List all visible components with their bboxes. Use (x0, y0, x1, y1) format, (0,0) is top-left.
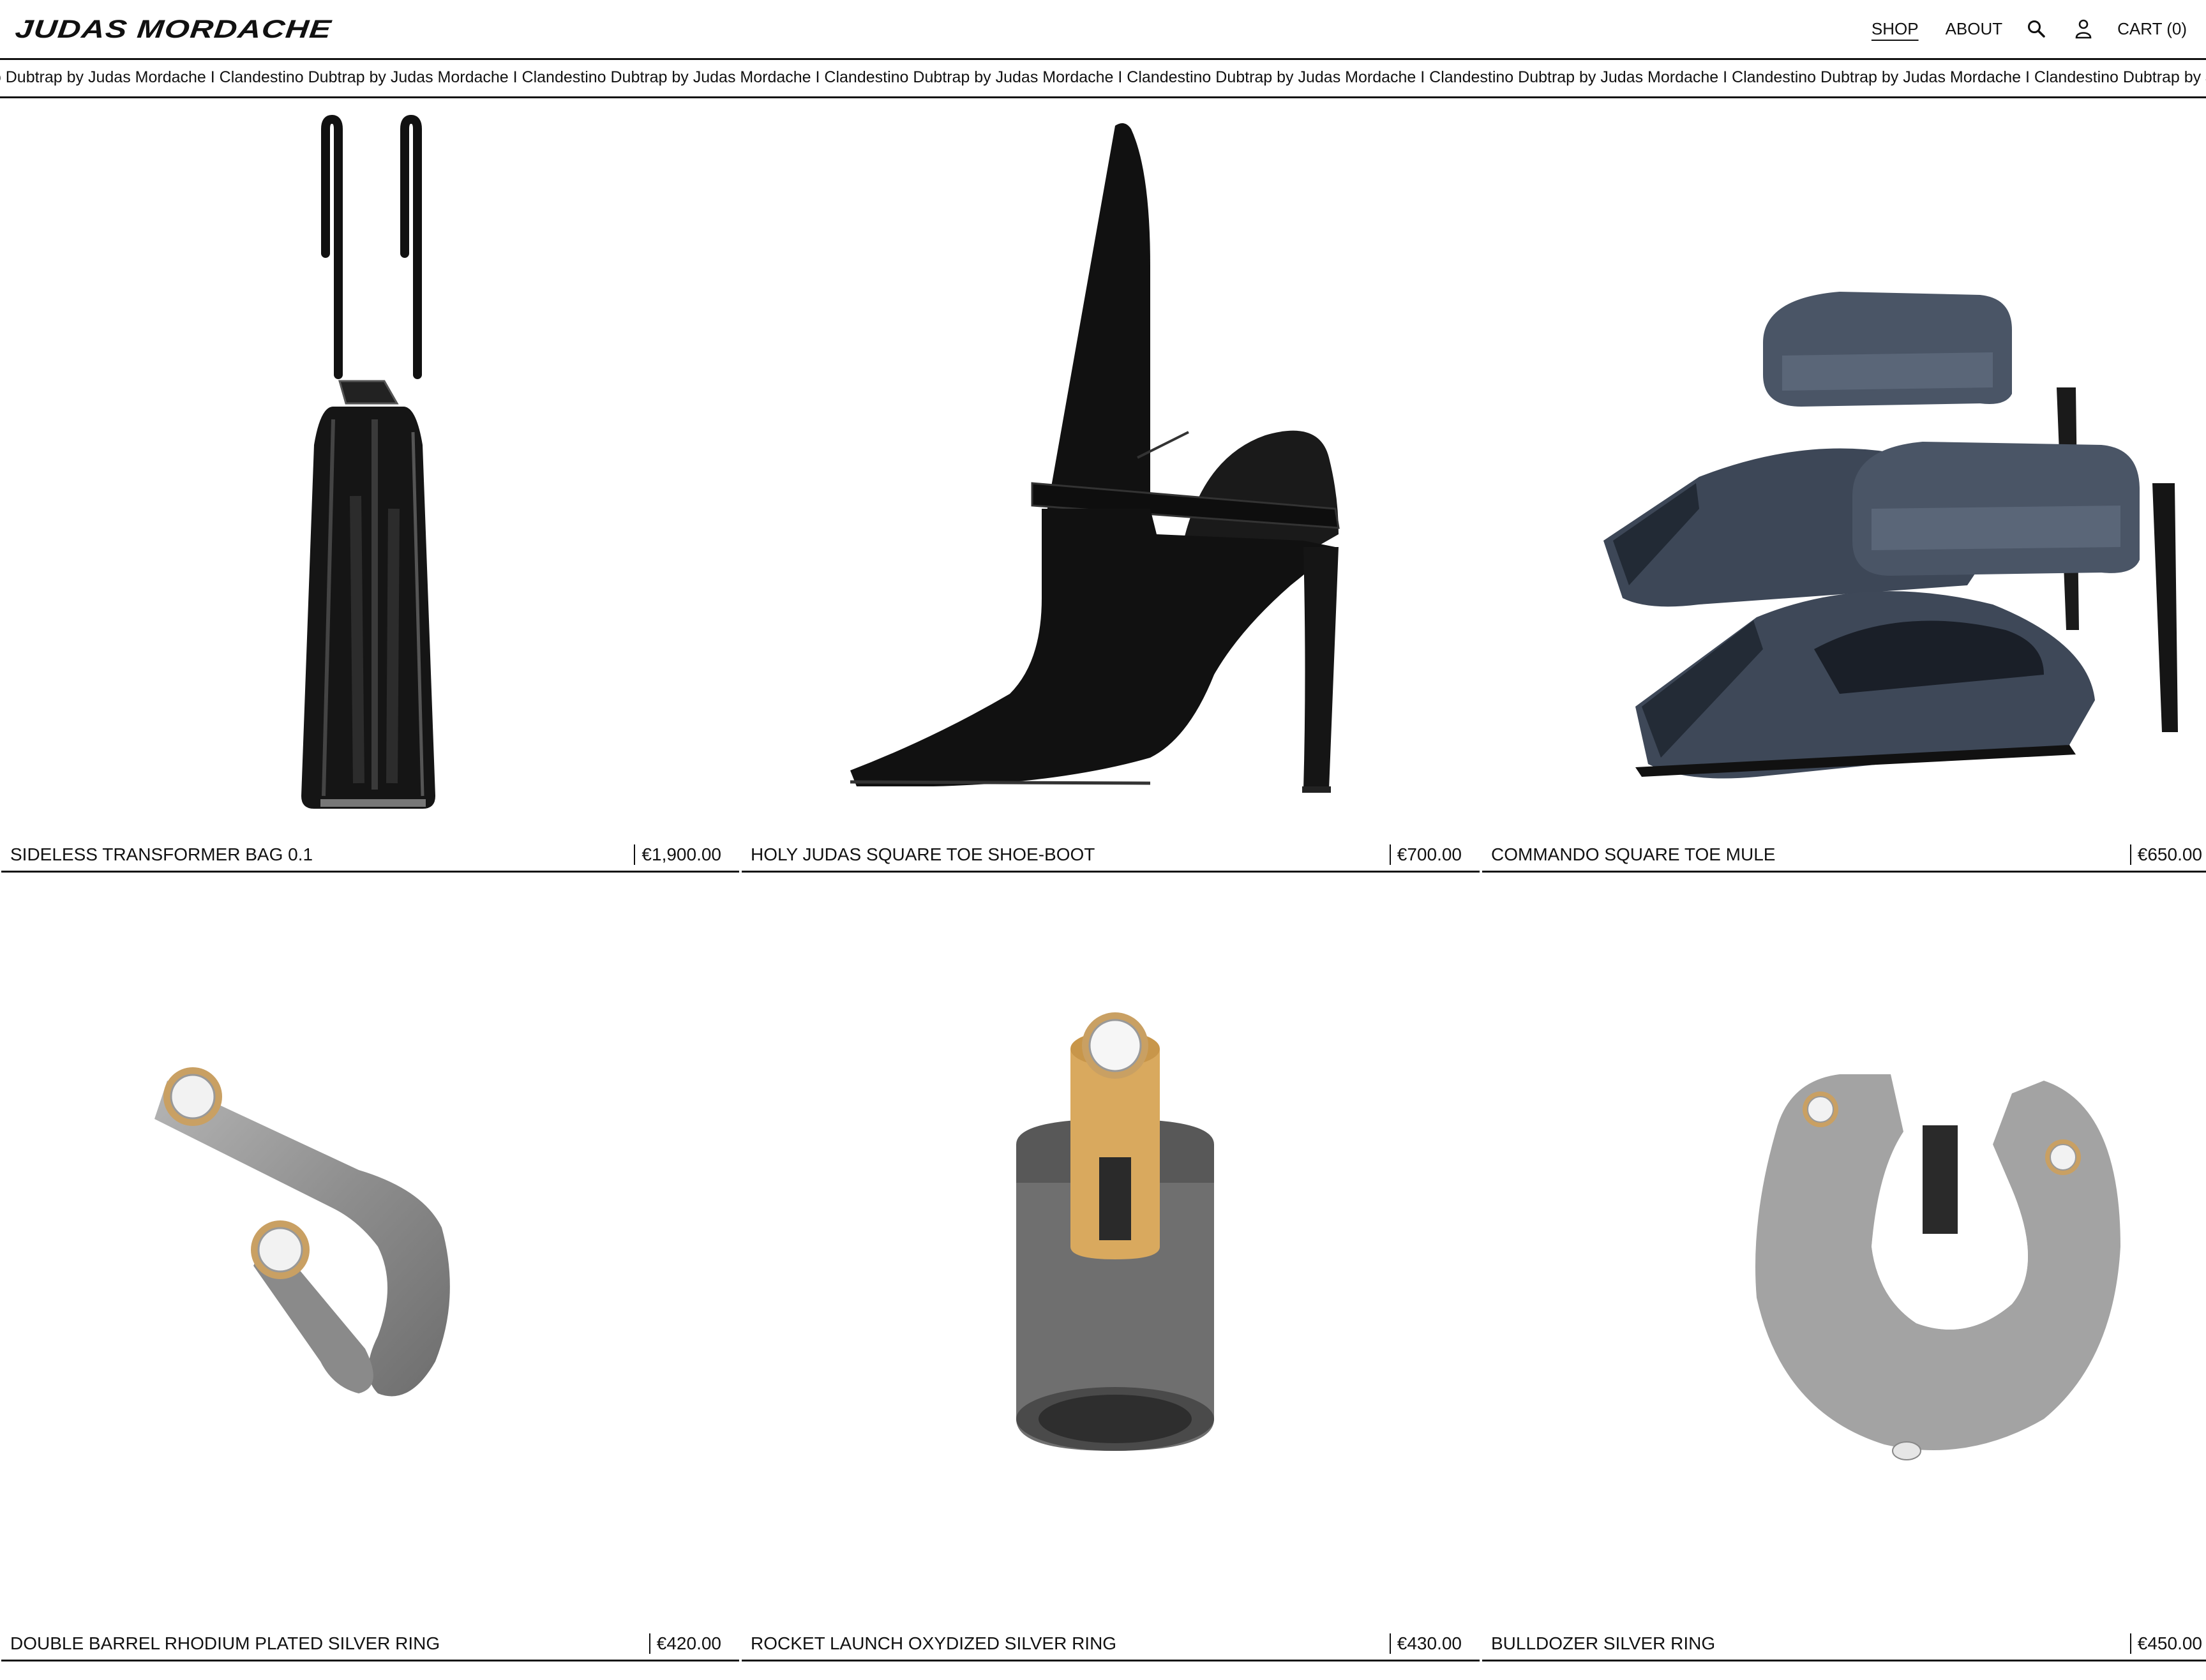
product-name[interactable]: SIDELESS TRANSFORMER BAG 0.1 (10, 844, 313, 865)
search-icon[interactable] (2027, 19, 2046, 38)
nav-about-link[interactable]: ABOUT (1946, 19, 2003, 39)
product-image-boot[interactable] (742, 100, 1480, 844)
product-name[interactable]: BULLDOZER SILVER RING (1491, 1633, 1715, 1654)
nav-shop-link[interactable]: SHOP (1872, 19, 1919, 39)
product-image-bag[interactable] (1, 100, 739, 844)
product-price: €450.00 (2129, 1633, 2202, 1654)
product-meta: DOUBLE BARREL RHODIUM PLATED SILVER RING… (1, 1633, 739, 1661)
product-meta: BULLDOZER SILVER RING €450.00 (1482, 1633, 2206, 1661)
product-name[interactable]: HOLY JUDAS SQUARE TOE SHOE-BOOT (751, 844, 1095, 865)
product-meta: SIDELESS TRANSFORMER BAG 0.1 €1,900.00 (1, 844, 739, 873)
product-meta: ROCKET LAUNCH OXYDIZED SILVER RING €430.… (742, 1633, 1480, 1661)
product-name[interactable]: DOUBLE BARREL RHODIUM PLATED SILVER RING (10, 1633, 440, 1654)
product-price: €700.00 (1389, 844, 1462, 865)
product-meta: HOLY JUDAS SQUARE TOE SHOE-BOOT €700.00 (742, 844, 1480, 873)
product-price: €1,900.00 (634, 844, 721, 865)
cart-link[interactable]: CART (0) (2117, 19, 2187, 39)
product-meta: COMMANDO SQUARE TOE MULE €650.00 (1482, 844, 2206, 873)
product-image-ring-bulldozer[interactable] (1482, 889, 2206, 1633)
product-image-ring-double-barrel[interactable] (1, 889, 739, 1633)
main-nav: SHOP ABOUT CART (0) (1872, 13, 2187, 45)
product-image-ring-rocket[interactable] (742, 889, 1480, 1633)
account-icon[interactable] (2075, 19, 2092, 39)
product-price: €420.00 (649, 1633, 721, 1654)
site-header: JUDAS MORDACHE SHOP ABOUT CART (0) (0, 0, 2206, 60)
product-name[interactable]: ROCKET LAUNCH OXYDIZED SILVER RING (751, 1633, 1116, 1654)
product-price: €650.00 (2129, 844, 2202, 865)
marquee-text: no Dubtrap by Judas Mordache I Clandesti… (0, 68, 2206, 86)
product-name[interactable]: COMMANDO SQUARE TOE MULE (1491, 844, 1775, 865)
product-image-mule[interactable] (1482, 100, 2206, 844)
site-logo[interactable]: JUDAS MORDACHE (14, 15, 333, 44)
announcement-marquee[interactable]: no Dubtrap by Judas Mordache I Clandesti… (0, 60, 2206, 98)
product-price: €430.00 (1389, 1633, 1462, 1654)
